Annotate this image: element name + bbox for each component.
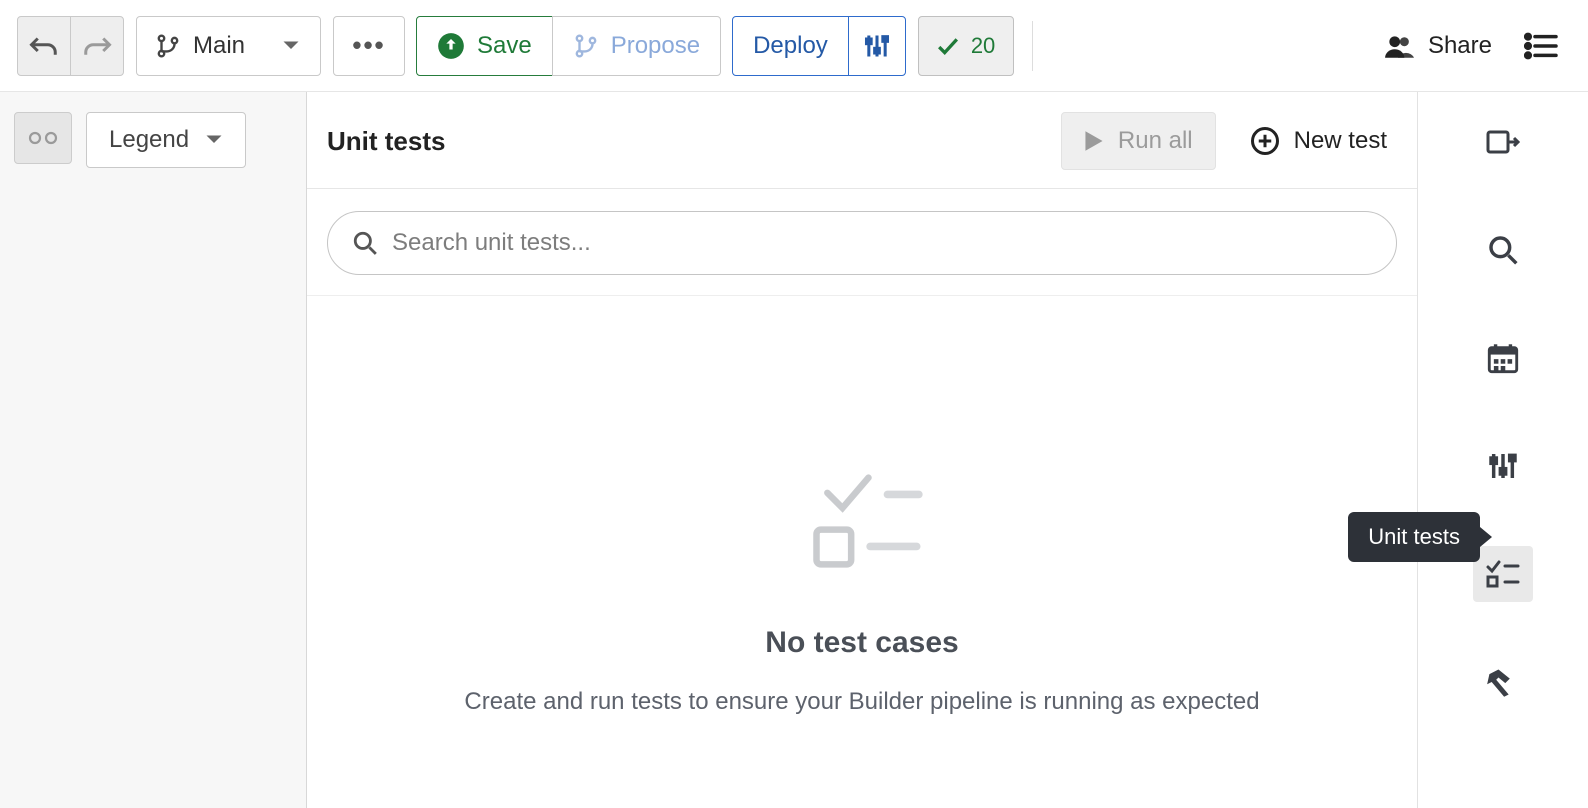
- run-all-label: Run all: [1118, 127, 1193, 155]
- checks-count: 20: [971, 33, 995, 59]
- play-icon: [1084, 130, 1104, 152]
- deploy-group: Deploy: [733, 16, 906, 76]
- tooltip-unit-tests: Unit tests: [1348, 512, 1480, 562]
- sliders-icon: [863, 32, 891, 60]
- checklist-icon: [797, 466, 927, 576]
- propose-label: Propose: [611, 32, 700, 60]
- undo-icon: [29, 33, 59, 59]
- upload-circle-icon: [437, 32, 465, 60]
- legend-label: Legend: [109, 126, 189, 154]
- more-button[interactable]: •••: [333, 16, 405, 76]
- share-button[interactable]: Share: [1374, 16, 1502, 76]
- divider: [1032, 21, 1033, 71]
- search-icon: [352, 230, 378, 256]
- run-all-button[interactable]: Run all: [1061, 112, 1216, 170]
- empty-subtitle: Create and run tests to ensure your Buil…: [464, 684, 1259, 720]
- rail-build-button[interactable]: [1473, 654, 1533, 710]
- flow-icon: [1486, 128, 1520, 156]
- search-input[interactable]: [392, 229, 1372, 257]
- save-button[interactable]: Save: [416, 16, 553, 76]
- caret-down-icon: [205, 134, 223, 146]
- unit-tests-panel: Unit tests Run all New test: [307, 92, 1418, 808]
- dots-icon: •••: [352, 30, 385, 61]
- branch-selector[interactable]: Main: [136, 16, 321, 76]
- save-propose-group: Save Propose: [417, 16, 721, 76]
- save-label: Save: [477, 32, 532, 60]
- search-icon: [1487, 234, 1519, 266]
- plus-circle-icon: [1250, 126, 1280, 156]
- caret-down-icon: [282, 40, 300, 52]
- deploy-settings-button[interactable]: [848, 16, 906, 76]
- redo-icon: [82, 33, 112, 59]
- people-icon: [1384, 33, 1414, 59]
- rail-flow-button[interactable]: [1473, 114, 1533, 170]
- unit-tests-header: Unit tests Run all New test: [307, 92, 1417, 189]
- search-wrap: [307, 189, 1417, 296]
- empty-state: No test cases Create and run tests to en…: [307, 296, 1417, 808]
- checklist-icon: [1485, 559, 1521, 589]
- body-layout: Legend Unit tests Run all: [0, 92, 1588, 808]
- empty-title: No test cases: [765, 626, 958, 660]
- list-icon: [1524, 32, 1560, 60]
- propose-button[interactable]: Propose: [552, 16, 721, 76]
- redo-button[interactable]: [70, 16, 124, 76]
- branch-icon: [573, 33, 599, 59]
- header-actions: Run all New test: [1061, 112, 1397, 170]
- rail-unit-tests-button[interactable]: [1473, 546, 1533, 602]
- calendar-icon: [1487, 342, 1519, 374]
- rail-sliders-button[interactable]: [1473, 438, 1533, 494]
- tooltip-text: Unit tests: [1368, 524, 1460, 550]
- branch-icon: [155, 33, 181, 59]
- deploy-button[interactable]: Deploy: [732, 16, 849, 76]
- branch-label: Main: [193, 32, 245, 60]
- rail-search-button[interactable]: [1473, 222, 1533, 278]
- top-toolbar: Main ••• Save Propose: [0, 0, 1588, 92]
- checks-button[interactable]: 20: [918, 16, 1014, 76]
- deploy-label: Deploy: [753, 32, 828, 60]
- hammer-icon: [1486, 667, 1520, 697]
- search-box[interactable]: [327, 211, 1397, 275]
- check-icon: [937, 37, 959, 55]
- rail-calendar-button[interactable]: [1473, 330, 1533, 386]
- undo-button[interactable]: [17, 16, 71, 76]
- legend-button[interactable]: Legend: [86, 112, 246, 168]
- history-group: [18, 16, 124, 76]
- sliders-icon: [1487, 450, 1519, 482]
- share-label: Share: [1428, 32, 1492, 60]
- right-rail: Unit tests: [1418, 92, 1588, 808]
- new-test-label: New test: [1294, 127, 1387, 155]
- panel-title: Unit tests: [327, 126, 445, 157]
- list-button[interactable]: [1514, 16, 1570, 76]
- toggle-panel-button[interactable]: [14, 112, 72, 164]
- left-panel: Legend: [0, 92, 307, 808]
- new-test-button[interactable]: New test: [1240, 112, 1397, 170]
- toggle-icon: [25, 128, 61, 148]
